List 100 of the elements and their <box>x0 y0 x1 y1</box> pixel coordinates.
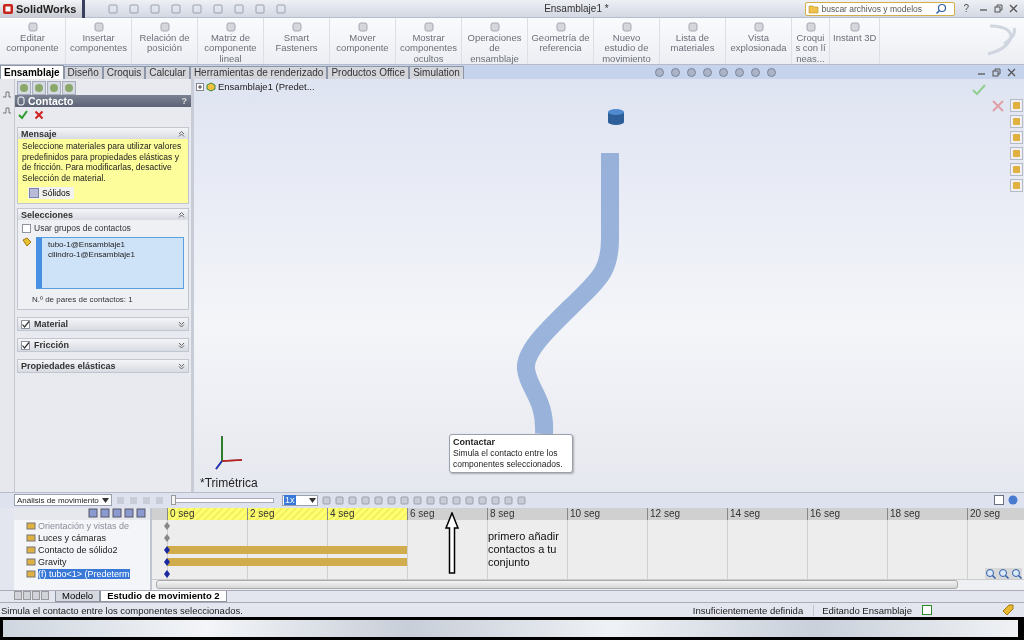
ribbon-tool-button[interactable]: Editar componente <box>0 18 66 64</box>
expand-icon[interactable] <box>178 341 185 349</box>
ribbon-tool-button[interactable]: Insertar componentes <box>66 18 132 64</box>
ribbon-tool-button[interactable]: Operaciones de ensamblaje <box>462 18 528 64</box>
section-header[interactable]: Fricción <box>18 339 188 351</box>
expand-tree-icon[interactable] <box>196 82 204 91</box>
search-icon[interactable] <box>935 2 948 15</box>
tree-root-label[interactable]: Ensamblaje1 (Predet... <box>218 81 315 92</box>
time-label: 12 seg <box>647 507 727 520</box>
ribbon-tool-button[interactable]: Croquis con líneas... <box>792 18 830 64</box>
help-menu[interactable]: ? <box>963 3 969 14</box>
ribbon-tool-button[interactable]: Geometría de referencia <box>528 18 594 64</box>
tree-item-icon <box>26 532 36 543</box>
ok-icon[interactable] <box>18 110 28 120</box>
confirm-check-icon[interactable] <box>972 84 986 96</box>
expand-icon[interactable] <box>178 362 185 370</box>
annotation-text: primero añadir contactos a tu conjunto <box>488 529 560 569</box>
status-message: Simula el contacto entre los componentes seleccionados. <box>1 604 244 616</box>
cancel-icon[interactable] <box>34 110 44 120</box>
solids-icon <box>29 188 39 198</box>
app-logo[interactable]: SolidWorks <box>0 0 86 18</box>
restore-icon[interactable] <box>994 4 1003 13</box>
cancel-x-icon[interactable] <box>992 100 1004 112</box>
study-tab[interactable]: Estudio de movimiento 2 <box>100 590 227 602</box>
section-title: Selecciones <box>21 209 74 220</box>
close-icon[interactable] <box>1007 67 1016 77</box>
step-icon[interactable] <box>2 105 12 115</box>
time-label: 18 seg <box>887 507 967 520</box>
section-header[interactable]: Propiedades elásticas <box>18 360 188 372</box>
ribbon-tool-button[interactable]: Lista de materiales <box>660 18 726 64</box>
study-tab[interactable]: Modelo <box>55 590 101 602</box>
zoom-out-icon[interactable] <box>1011 567 1022 579</box>
tree-item-icon <box>26 568 36 579</box>
logo-icon <box>2 2 14 15</box>
ribbon-tool-button[interactable]: Matriz de componente lineal <box>198 18 264 64</box>
close-icon[interactable] <box>1009 4 1018 13</box>
command-tab[interactable]: Ensamblaje <box>0 65 64 79</box>
section-header[interactable]: Material <box>18 318 188 330</box>
time-label: 14 seg <box>727 507 807 520</box>
panel-title: Contacto <box>28 95 74 107</box>
selection-item[interactable]: tubo-1@Ensamblaje1 <box>48 240 177 250</box>
motion-tree-item[interactable]: Luces y cámaras <box>14 531 150 544</box>
time-label: 16 seg <box>807 507 887 520</box>
zoom-in-icon[interactable] <box>998 567 1009 579</box>
ribbon-tool-button[interactable]: Relación de posición <box>132 18 198 64</box>
tool-icon <box>686 21 699 33</box>
view-orientation-label: *Trimétrica <box>200 476 258 490</box>
dropdown-arrow-icon <box>102 497 109 503</box>
selection-list[interactable]: tubo-1@Ensamblaje1 cilindro-1@Ensamblaje1 <box>36 237 184 289</box>
tool-icon <box>554 21 567 33</box>
playback-speed-field[interactable]: 1x <box>282 494 318 506</box>
ribbon-tool-button[interactable]: Smart Fasteners <box>264 18 330 64</box>
section-title: Mensaje <box>21 128 57 139</box>
tool-icon <box>158 21 171 33</box>
command-tab[interactable]: Simulation <box>409 66 464 79</box>
message-text: Seleccione materiales para utilizar valores predefinidos para propiedades elásticas y de fricción. Para modificarlas, desactive Selección de material. <box>22 141 182 183</box>
zoom-to-fit-icon[interactable] <box>985 567 996 579</box>
playback-slider[interactable] <box>171 494 176 505</box>
restore-icon[interactable] <box>992 67 1001 77</box>
command-tab[interactable]: Calcular <box>145 66 190 79</box>
pair-count: N.º de pares de contactos: 1 <box>32 295 134 304</box>
logo-text: SolidWorks <box>16 2 77 15</box>
study-type-dropdown[interactable]: Análisis de movimiento <box>14 494 112 507</box>
command-tab[interactable]: Croquis <box>102 66 146 79</box>
search-field[interactable]: buscar archivos y modelos <box>805 1 956 16</box>
ribbon-tool-button[interactable]: Instant 3D <box>830 18 881 64</box>
tool-icon <box>620 21 633 33</box>
time-label: 8 seg <box>487 507 567 520</box>
motion-tree-item[interactable]: Gravity <box>14 555 150 568</box>
command-tab[interactable]: Productos Office <box>327 66 410 79</box>
collapse-panel-icon[interactable] <box>1008 495 1018 506</box>
section-title: Material <box>34 319 68 329</box>
up-arrow-icon <box>445 511 459 574</box>
command-tab[interactable]: Herramientas de renderizado <box>189 66 328 79</box>
check-icon <box>21 319 30 329</box>
section-checkbox[interactable] <box>21 340 30 350</box>
graph-icon[interactable] <box>2 89 12 99</box>
command-tab[interactable]: Diseño <box>63 66 103 79</box>
ribbon-tool-button[interactable]: Vista explosionada <box>726 18 792 64</box>
tool-icon <box>26 21 39 33</box>
section-checkbox[interactable] <box>21 319 30 329</box>
selection-item[interactable]: cilindro-1@Ensamblaje1 <box>48 249 177 259</box>
ribbon-tool-button[interactable]: Nuevo estudio de movimiento <box>594 18 660 64</box>
tree-item-icon <box>26 544 36 555</box>
solids-button[interactable]: Sólidos <box>28 187 74 199</box>
ribbon-tool-button[interactable]: Mover componente <box>330 18 396 64</box>
expand-icon[interactable] <box>178 320 185 328</box>
axis-triad-icon <box>215 435 243 470</box>
tool-icon <box>804 21 817 33</box>
section-header[interactable]: Selecciones <box>18 209 188 220</box>
timeline-view-icon[interactable] <box>994 495 1004 506</box>
ribbon-tool-button[interactable]: Mostrar componentes ocultos <box>396 18 462 64</box>
section-title: Fricción <box>34 340 69 350</box>
tool-icon <box>92 21 105 33</box>
horizontal-scrollbar[interactable] <box>152 579 1024 590</box>
checkbox[interactable] <box>22 223 31 233</box>
component-icon <box>22 237 32 247</box>
section-header[interactable]: Mensaje <box>18 128 188 139</box>
dropdown-arrow-icon <box>309 497 316 503</box>
motion-tree-item[interactable]: Contacto de sólido2 <box>14 543 150 556</box>
